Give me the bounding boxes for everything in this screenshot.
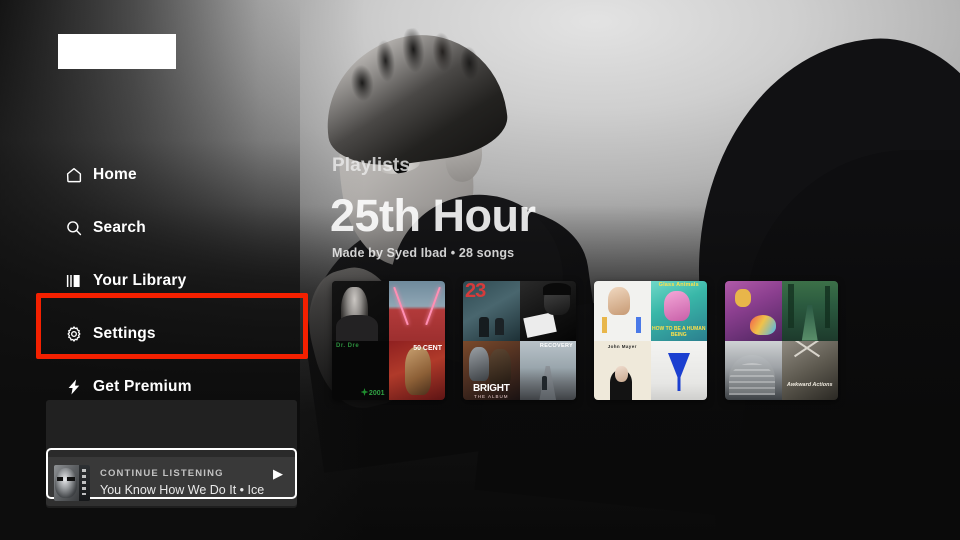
album-cover-forest (781, 281, 838, 341)
continue-listening-title: You Know How We Do It • Ice Cu... (100, 483, 267, 497)
cover-artist-label: John Mayer (607, 343, 637, 349)
cover-title-label: RECOVERY (539, 342, 573, 349)
cover-title-label: 50 CENT (413, 344, 442, 352)
playlist-tile-2[interactable]: 23 BRIGHT THE ALBUM RECOVERY (463, 281, 576, 400)
cover-beanie (543, 283, 571, 295)
cover-figure-2 (489, 348, 511, 385)
album-cover-blue-arrow (650, 340, 707, 400)
cover-tree-2 (825, 286, 830, 328)
leaf-icon (360, 388, 369, 396)
album-cover-23: 23 (463, 281, 520, 341)
album-cover-awkward-actions: Awkward Actions (781, 340, 838, 400)
album-cover-glass-animals: Glass Animals HOW TO BE A HUMAN BEING (650, 281, 707, 341)
sidebar-item-search[interactable]: Search (0, 201, 300, 254)
album-cover-white (594, 281, 651, 341)
cover-title-label: 2001 (368, 390, 385, 397)
home-icon (64, 165, 83, 184)
section-eyebrow: Playlists (332, 155, 411, 176)
cover-tree-1 (787, 284, 794, 328)
album-art-title-band (79, 464, 90, 501)
cover-figure (479, 316, 489, 337)
album-cover-geazy (332, 281, 389, 341)
cover-subtitle-label: THE ALBUM (473, 394, 509, 399)
sidebar-nav: Home Search Your Library Settings Get Pr… (0, 148, 300, 506)
sidebar: Home Search Your Library Settings Get Pr… (0, 0, 300, 540)
cover-paper (522, 311, 557, 338)
album-cover-drake (725, 340, 782, 400)
page-title: 25th Hour (330, 190, 536, 241)
album-cover-john-mayer: John Mayer (594, 340, 651, 400)
playlist-meta: Made by Syed Ibad • 28 songs (332, 246, 515, 260)
continue-listening-album-art (54, 464, 90, 501)
cover-shape-2 (635, 316, 641, 333)
playlist-tile-row: Dr. Dre 2001 50 CENT 23 BRIGHT THE ALBUM… (332, 281, 838, 400)
annotation-highlight-box (36, 293, 308, 359)
cover-title-label: HOW TO BE A HUMAN BEING (652, 325, 706, 338)
cover-artist-label: Dr. Dre (336, 342, 360, 349)
album-art-eyes (57, 476, 75, 481)
spotify-tv-screen: Playlists 25th Hour Made by Syed Ibad • … (0, 0, 960, 540)
playlist-tile-1[interactable]: Dr. Dre 2001 50 CENT (332, 281, 445, 400)
album-cover-dr-dre-2001: Dr. Dre 2001 (332, 340, 389, 400)
cover-path (801, 304, 818, 341)
album-cover-50-cent: 50 CENT (388, 340, 445, 400)
cover-title-label: 23 (465, 281, 486, 302)
sidebar-item-label: Your Library (93, 271, 187, 289)
search-icon (64, 218, 83, 237)
album-cover-bright: BRIGHT THE ALBUM (463, 340, 520, 400)
cover-person (541, 376, 547, 390)
cover-figure-1 (469, 346, 489, 381)
cover-road (539, 366, 557, 400)
playlist-tile-3[interactable]: Glass Animals HOW TO BE A HUMAN BEING Jo… (594, 281, 707, 400)
sidebar-item-label: Get Premium (93, 377, 192, 395)
app-logo (58, 34, 176, 69)
cover-title-label: Awkward Actions (786, 382, 833, 388)
album-cover-recovery: RECOVERY (519, 340, 576, 400)
sidebar-item-label: Search (93, 218, 146, 236)
play-icon[interactable]: ▶ (267, 466, 289, 482)
cover-head (663, 291, 690, 321)
sidebar-item-get-premium[interactable]: Get Premium (0, 360, 300, 413)
playlist-tile-4[interactable]: Awkward Actions (725, 281, 838, 400)
cover-face (615, 366, 628, 382)
album-cover-maroon5-v (388, 281, 445, 341)
main-content: Playlists 25th Hour Made by Syed Ibad • … (300, 0, 960, 540)
cover-figure-2 (495, 317, 504, 335)
continue-listening-card[interactable]: CONTINUE LISTENING You Know How We Do It… (46, 457, 297, 508)
album-cover-writing (519, 281, 576, 341)
cover-title-label: BRIGHT (472, 383, 510, 394)
continue-listening-text: CONTINUE LISTENING You Know How We Do It… (100, 468, 267, 497)
cover-figure (608, 287, 630, 315)
library-icon (64, 271, 83, 290)
cover-artist-label: Glass Animals (658, 282, 699, 288)
album-cover-kid-cudi (725, 281, 782, 341)
sidebar-item-label: Home (93, 165, 137, 183)
cover-shape-1 (602, 316, 607, 333)
cover-swirl (749, 314, 776, 335)
lightning-bolt-icon (64, 377, 83, 396)
album-art-face (55, 467, 77, 498)
continue-listening-kicker: CONTINUE LISTENING (100, 468, 224, 479)
arrow-stem (677, 376, 681, 391)
sidebar-item-home[interactable]: Home (0, 148, 300, 201)
cover-character (735, 289, 751, 307)
